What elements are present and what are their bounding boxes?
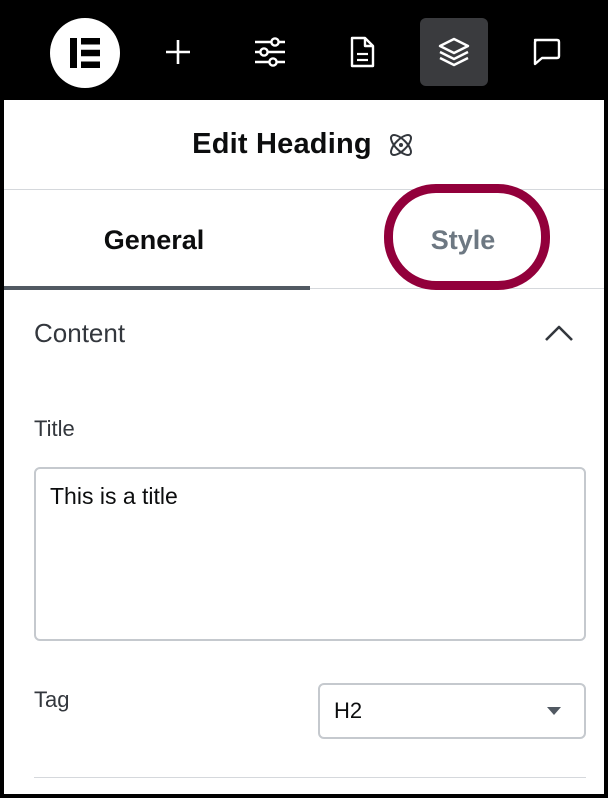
section-divider bbox=[34, 777, 586, 778]
tag-field-label: Tag bbox=[34, 687, 70, 712]
elementor-logo-icon bbox=[70, 38, 100, 68]
layers-icon bbox=[438, 37, 470, 67]
title-textarea[interactable]: This is a title bbox=[34, 467, 586, 641]
add-element-button[interactable] bbox=[144, 18, 212, 86]
content-section-header[interactable]: Content bbox=[4, 290, 604, 376]
top-toolbar bbox=[4, 4, 604, 100]
document-icon bbox=[350, 36, 375, 68]
editor-panel: Edit Heading General Style Content Title… bbox=[4, 100, 604, 794]
tag-select[interactable]: H2 bbox=[318, 683, 586, 739]
sliders-icon bbox=[255, 37, 285, 67]
section-title: Content bbox=[34, 317, 126, 348]
elementor-logo-button[interactable] bbox=[50, 18, 120, 88]
page-settings-button[interactable] bbox=[328, 18, 396, 86]
panel-header: Edit Heading bbox=[4, 100, 604, 190]
atom-icon bbox=[389, 133, 412, 156]
chevron-up-icon[interactable] bbox=[544, 324, 574, 342]
chat-bubble-icon bbox=[533, 38, 561, 66]
panel-title: Edit Heading bbox=[192, 128, 372, 160]
caret-down-icon bbox=[547, 707, 561, 715]
comments-button[interactable] bbox=[512, 18, 580, 86]
app-frame: Edit Heading General Style Content Title… bbox=[0, 0, 608, 798]
ai-assistant-button[interactable] bbox=[386, 130, 416, 160]
style-tab-highlight bbox=[384, 184, 550, 290]
tag-select-value: H2 bbox=[334, 698, 363, 723]
structure-button[interactable] bbox=[420, 18, 488, 86]
title-field-label: Title bbox=[34, 416, 75, 441]
tab-general[interactable]: General bbox=[4, 191, 310, 290]
site-settings-button[interactable] bbox=[236, 18, 304, 86]
plus-icon bbox=[166, 40, 190, 64]
